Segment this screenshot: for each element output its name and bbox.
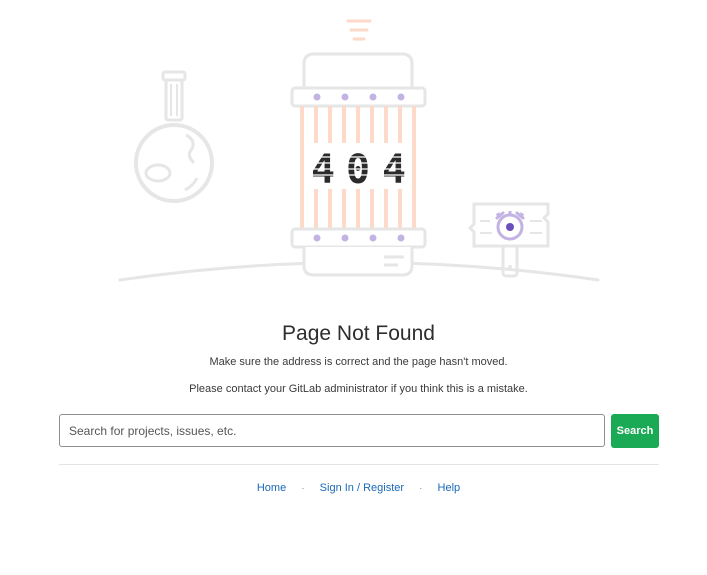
sign-in-register-link[interactable]: Sign In / Register (320, 482, 404, 494)
error-code-digit-1: 4 (311, 147, 335, 193)
error-message-address: Make sure the address is correct and the… (209, 356, 508, 368)
footer-separator: · (419, 483, 423, 494)
divider (59, 464, 659, 465)
404-illustration: 4 0 4 (118, 19, 600, 282)
search-button[interactable]: Search (611, 414, 659, 448)
help-link[interactable]: Help (438, 482, 461, 494)
capsule-icon: 4 0 4 (290, 19, 427, 277)
error-message-contact: Please contact your GitLab administrator… (189, 383, 528, 395)
home-link[interactable]: Home (257, 482, 286, 494)
error-code-digit-3: 4 (382, 147, 406, 193)
footer-separator: · (301, 483, 305, 494)
error-page: 4 0 4 Page Not Found Make sure the addre… (0, 0, 707, 575)
planet-icon (134, 70, 214, 203)
footer-nav: Home · Sign In / Register · Help (0, 482, 707, 494)
search-form: Search (59, 414, 659, 448)
page-title: Page Not Found (282, 322, 435, 345)
error-code-digit-2: 0 (346, 147, 370, 193)
search-input[interactable] (59, 414, 605, 447)
signpost-icon (467, 202, 550, 278)
